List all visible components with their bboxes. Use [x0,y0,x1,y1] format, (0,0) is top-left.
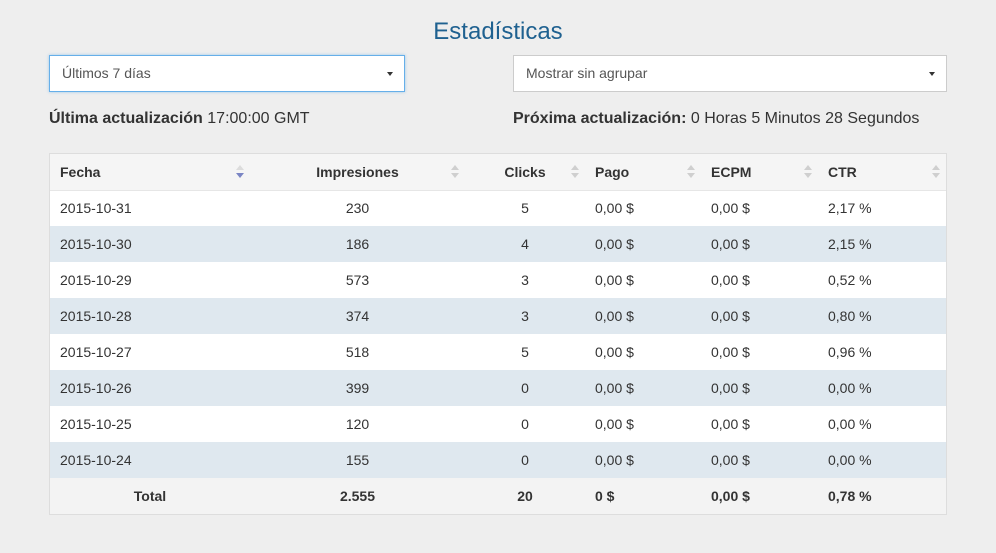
cell-ctr: 2,17 % [818,190,946,226]
cell-clicks: 0 [465,370,585,406]
column-header-label: Impresiones [316,163,399,180]
cell-ecpm: 0,00 $ [701,262,818,298]
cell-fecha: 2015-10-30 [50,226,250,262]
sort-icon [571,165,579,179]
next-update-info: Próxima actualización: 0 Horas 5 Minutos… [513,110,919,128]
total-label: Total [50,478,250,514]
total-pago: 0 $ [585,478,701,514]
table-row: 2015-10-25 120 0 0,00 $ 0,00 $ 0,00 % [50,406,946,442]
cell-clicks: 4 [465,226,585,262]
cell-ecpm: 0,00 $ [701,406,818,442]
last-update-label: Última actualización [49,110,203,127]
total-ecpm: 0,00 $ [701,478,818,514]
cell-ecpm: 0,00 $ [701,442,818,478]
column-header-label: Clicks [504,163,546,180]
column-header-impresiones[interactable]: Impresiones [250,154,465,191]
cell-pago: 0,00 $ [585,442,701,478]
cell-ecpm: 0,00 $ [701,298,818,334]
cell-fecha: 2015-10-28 [50,298,250,334]
page-title: Estadísticas [433,18,563,45]
cell-clicks: 0 [465,406,585,442]
column-header-fecha[interactable]: Fecha [50,154,250,191]
table-row: 2015-10-31 230 5 0,00 $ 0,00 $ 2,17 % [50,190,946,226]
table-row: 2015-10-28 374 3 0,00 $ 0,00 $ 0,80 % [50,298,946,334]
sort-icon [932,165,940,179]
cell-pago: 0,00 $ [585,406,701,442]
cell-impresiones: 230 [250,190,465,226]
cell-pago: 0,00 $ [585,298,701,334]
sort-icon [804,165,812,179]
column-header-ctr[interactable]: CTR [818,154,946,191]
cell-ctr: 0,00 % [818,406,946,442]
cell-clicks: 3 [465,298,585,334]
sort-icon [451,165,459,179]
column-header-label: ECPM [711,163,752,180]
cell-fecha: 2015-10-24 [50,442,250,478]
cell-pago: 0,00 $ [585,334,701,370]
total-impresiones: 2.555 [250,478,465,514]
stats-table: Fecha Impresiones Clicks Pago ECPM CTR 2… [50,154,946,514]
cell-fecha: 2015-10-27 [50,334,250,370]
table-header-row: Fecha Impresiones Clicks Pago ECPM CTR [50,154,946,191]
chevron-down-icon [929,72,935,76]
cell-ecpm: 0,00 $ [701,334,818,370]
cell-ctr: 0,96 % [818,334,946,370]
cell-pago: 0,00 $ [585,190,701,226]
cell-clicks: 3 [465,262,585,298]
cell-fecha: 2015-10-31 [50,190,250,226]
sort-desc-icon [236,165,244,179]
chevron-down-icon [387,72,393,76]
cell-fecha: 2015-10-25 [50,406,250,442]
cell-fecha: 2015-10-26 [50,370,250,406]
cell-clicks: 5 [465,190,585,226]
column-header-ecpm[interactable]: ECPM [701,154,818,191]
cell-ctr: 0,00 % [818,370,946,406]
cell-impresiones: 573 [250,262,465,298]
table-row: 2015-10-26 399 0 0,00 $ 0,00 $ 0,00 % [50,370,946,406]
cell-impresiones: 399 [250,370,465,406]
cell-ecpm: 0,00 $ [701,190,818,226]
cell-clicks: 0 [465,442,585,478]
table-totals-row: Total 2.555 20 0 $ 0,00 $ 0,78 % [50,478,946,514]
cell-pago: 0,00 $ [585,370,701,406]
cell-impresiones: 120 [250,406,465,442]
table-row: 2015-10-30 186 4 0,00 $ 0,00 $ 2,15 % [50,226,946,262]
cell-clicks: 5 [465,334,585,370]
cell-impresiones: 155 [250,442,465,478]
cell-impresiones: 374 [250,298,465,334]
cell-ctr: 2,15 % [818,226,946,262]
table-row: 2015-10-29 573 3 0,00 $ 0,00 $ 0,52 % [50,262,946,298]
cell-ctr: 0,80 % [818,298,946,334]
table-row: 2015-10-27 518 5 0,00 $ 0,00 $ 0,96 % [50,334,946,370]
cell-ecpm: 0,00 $ [701,370,818,406]
column-header-label: CTR [828,163,857,180]
column-header-label: Pago [595,163,630,180]
cell-pago: 0,00 $ [585,226,701,262]
period-select-value: Últimos 7 días [62,65,151,81]
last-update-info: Última actualización 17:00:00 GMT [49,110,310,128]
cell-impresiones: 186 [250,226,465,262]
column-header-pago[interactable]: Pago [585,154,701,191]
table-row: 2015-10-24 155 0 0,00 $ 0,00 $ 0,00 % [50,442,946,478]
cell-impresiones: 518 [250,334,465,370]
column-header-clicks[interactable]: Clicks [465,154,585,191]
next-update-value: 0 Horas 5 Minutos 28 Segundos [690,110,920,127]
total-clicks: 20 [465,478,585,514]
stats-table-container: Fecha Impresiones Clicks Pago ECPM CTR 2… [49,153,947,515]
cell-ctr: 0,52 % [818,262,946,298]
last-update-value: 17:00:00 GMT [207,110,310,127]
next-update-label: Próxima actualización: [513,110,687,127]
cell-ecpm: 0,00 $ [701,226,818,262]
grouping-select[interactable]: Mostrar sin agrupar [513,55,947,92]
cell-fecha: 2015-10-29 [50,262,250,298]
period-select[interactable]: Últimos 7 días [49,55,405,92]
cell-pago: 0,00 $ [585,262,701,298]
sort-icon [687,165,695,179]
grouping-select-value: Mostrar sin agrupar [526,65,648,81]
total-ctr: 0,78 % [818,478,946,514]
cell-ctr: 0,00 % [818,442,946,478]
column-header-label: Fecha [60,163,101,180]
